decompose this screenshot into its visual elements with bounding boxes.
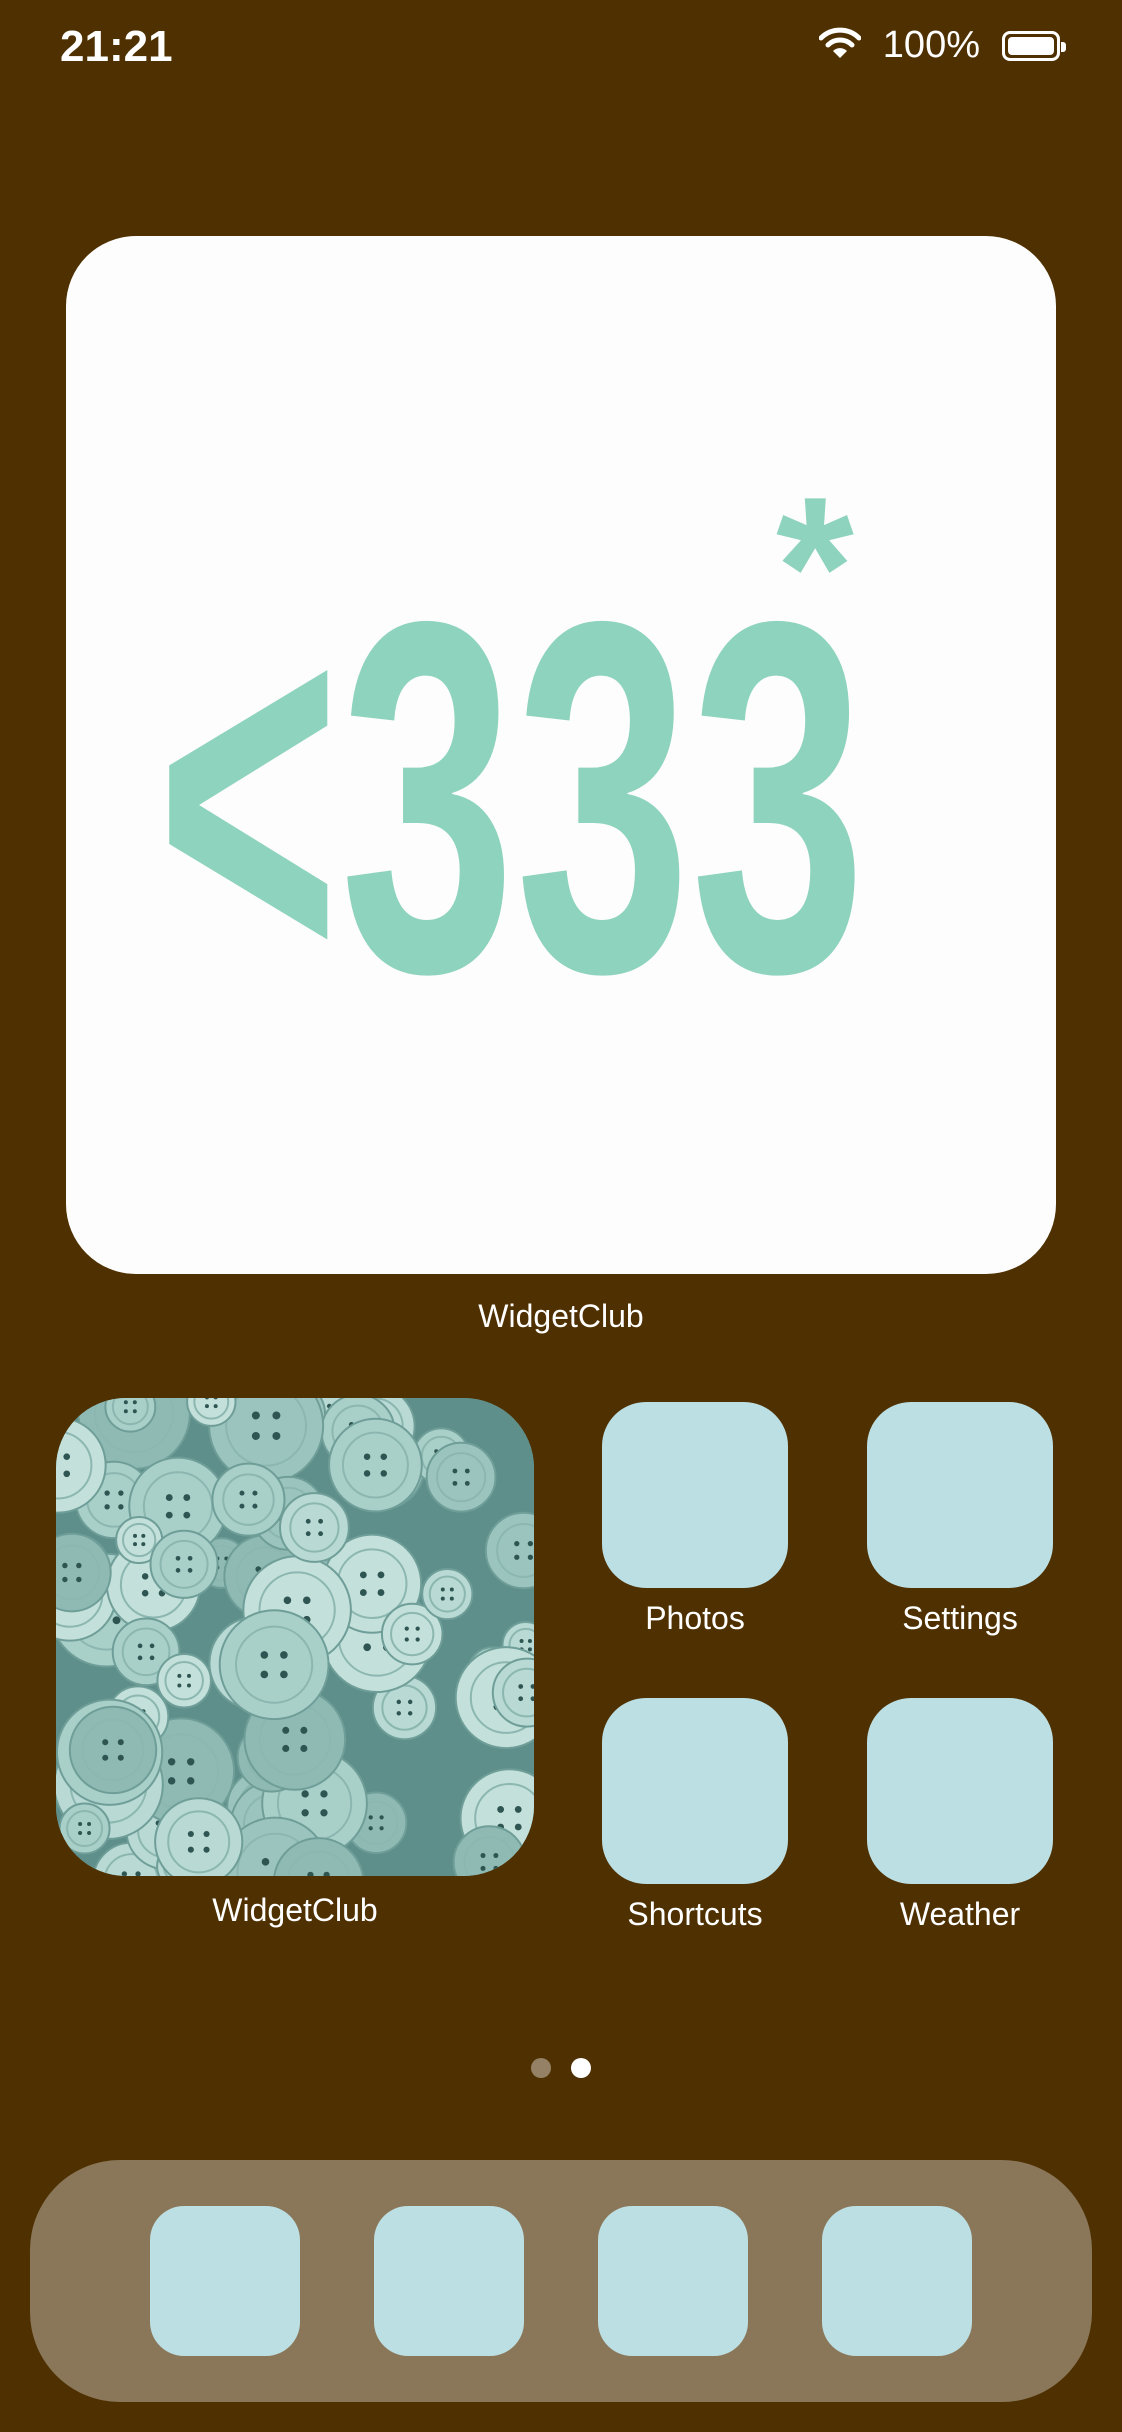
app-shortcuts[interactable]: Shortcuts: [602, 1698, 788, 1933]
app-label: Photos: [645, 1600, 745, 1636]
app-label: Shortcuts: [627, 1896, 763, 1932]
battery-percent: 100%: [882, 24, 980, 66]
dock: [30, 2160, 1092, 2402]
dock-app-icon[interactable]: [150, 2206, 300, 2356]
app-label: Weather: [899, 1896, 1021, 1932]
app-label: Settings: [902, 1600, 1018, 1636]
photo-widget-label: WidgetClub: [212, 1892, 378, 1928]
widget-heart-text: <333: [156, 517, 866, 1076]
status-bar: 21:21 100%: [0, 0, 1122, 100]
wifi-icon: [818, 27, 862, 64]
shortcuts-icon[interactable]: [602, 1698, 788, 1884]
settings-icon[interactable]: [867, 1402, 1053, 1588]
app-weather[interactable]: Weather: [867, 1698, 1053, 1933]
large-widget-label: WidgetClub: [478, 1298, 644, 1334]
widget-image-text: <333 *: [156, 456, 866, 1076]
page-indicator[interactable]: [0, 2058, 1122, 2078]
photo-widget[interactable]: [56, 1398, 534, 1876]
app-photos[interactable]: Photos: [602, 1402, 788, 1637]
status-indicators: 100%: [818, 24, 1066, 67]
page-dot[interactable]: [531, 2058, 551, 2078]
large-widget[interactable]: <333 *: [66, 236, 1056, 1274]
battery-icon: [1002, 30, 1066, 61]
dock-app-icon[interactable]: [598, 2206, 748, 2356]
teal-buttons-photo: [56, 1398, 534, 1876]
weather-icon[interactable]: [867, 1698, 1053, 1884]
widget-star-mark: *: [776, 456, 854, 679]
dock-app-icon[interactable]: [374, 2206, 524, 2356]
photos-icon[interactable]: [602, 1402, 788, 1588]
app-settings[interactable]: Settings: [867, 1402, 1053, 1637]
status-time: 21:21: [60, 22, 173, 71]
page-dot-active[interactable]: [571, 2058, 591, 2078]
dock-app-icon[interactable]: [822, 2206, 972, 2356]
